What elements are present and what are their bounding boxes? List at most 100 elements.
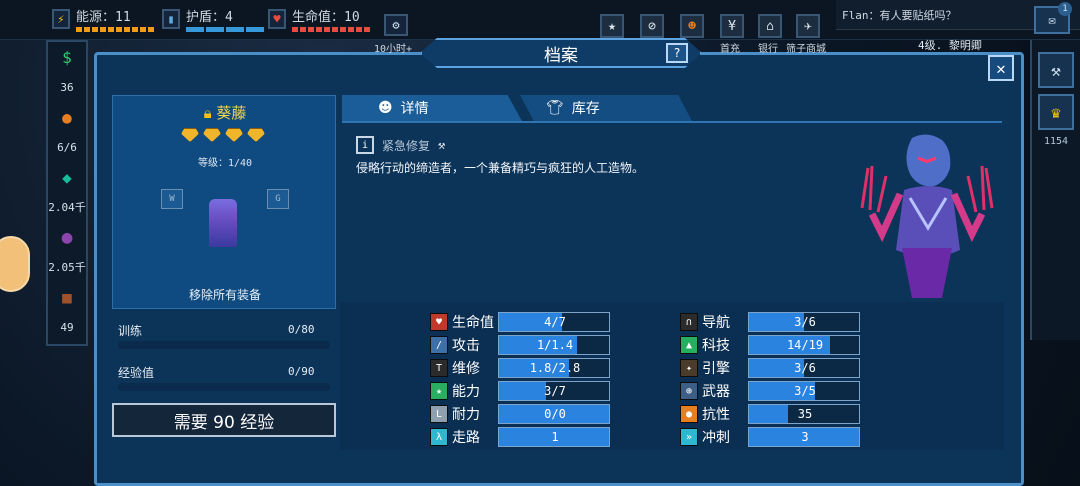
stat-row[interactable]: L 耐力 0/0 <box>430 404 610 424</box>
energy-resource: ⚡ 能源：11 <box>52 6 154 32</box>
orb-icon: ● <box>61 226 73 248</box>
stat-label: 科技 <box>702 338 730 354</box>
stat-value: 4/7 <box>544 315 566 329</box>
no-ads-icon: ⊘ <box>648 18 656 34</box>
unequip-all-button[interactable]: 移除所有装备 <box>113 286 337 303</box>
no-ads-button[interactable]: ⊘ <box>640 14 664 38</box>
character-name: 葵藤 <box>216 104 247 122</box>
close-button[interactable]: ✕ <box>988 55 1014 81</box>
bank-label: 银行 <box>758 44 778 55</box>
rarity-gem-icon <box>203 128 221 142</box>
skill-row[interactable]: i 紧急修复 ⚒ <box>356 136 445 154</box>
info-icon: i <box>356 136 374 154</box>
wrench-icon: ⚒ <box>438 138 446 152</box>
chat-button[interactable]: ✉ 1 <box>1034 2 1072 34</box>
star-button[interactable]: ★ <box>600 14 624 38</box>
hull-bar <box>292 27 370 32</box>
hull-label: 生命值：10 <box>292 10 360 25</box>
help-button[interactable]: ? <box>666 43 688 63</box>
skill-name: 紧急修复 <box>382 138 431 153</box>
training-label: 训练 <box>118 324 143 338</box>
settings-button[interactable]: ⚙ <box>384 14 408 36</box>
crew-icon: ● <box>62 107 72 127</box>
gear-slot-icon: G <box>275 194 281 204</box>
stat-value: 1/1.4 <box>536 338 574 352</box>
rank-label: 4级. 黎明卿 <box>918 39 982 52</box>
xp-progress-bar <box>118 383 330 391</box>
gear-icon: ⚙ <box>392 18 400 32</box>
lock-icon[interactable]: 🔒︎ <box>204 104 212 122</box>
tab-inventory-label: 库存 <box>571 101 600 117</box>
stat-value: 3/7 <box>544 384 566 398</box>
tab-details[interactable]: ☻ 详情 <box>342 95 522 121</box>
stat-row[interactable]: λ 走路 1 <box>430 427 610 447</box>
stat-bar: 3/7 <box>498 381 610 401</box>
floating-pet-button[interactable] <box>0 236 30 292</box>
lightning-icon: ⚡ <box>52 9 70 29</box>
bank-button[interactable]: ⌂ <box>758 14 782 38</box>
fire-icon: ● <box>680 405 698 423</box>
character-name-row: 🔒︎ 葵藤 <box>113 102 337 123</box>
hammer-icon: ⚒ <box>1051 60 1061 80</box>
stat-bar: 0/0 <box>498 404 610 424</box>
stat-row[interactable]: ⊕ 武器 3/5 <box>680 381 860 401</box>
build-button[interactable]: ⚒ <box>1038 52 1074 88</box>
right-side-column: ⚒ ♛ 1154 <box>1030 40 1080 340</box>
event-button[interactable]: ☻ <box>680 14 704 38</box>
shield-label: 护盾：4 <box>186 10 233 25</box>
stat-label: 抗性 <box>702 407 730 423</box>
bank-icon: ⌂ <box>766 18 774 34</box>
energy-label: 能源：11 <box>76 10 131 25</box>
stat-label: 耐力 <box>452 407 480 423</box>
stat-label: 生命值 <box>452 315 494 331</box>
stat-row[interactable]: / 攻击 1/1.4 <box>430 335 610 355</box>
trophy-icon: ♛ <box>1051 102 1061 122</box>
recharge-button[interactable]: ¥ <box>720 14 744 38</box>
rarity-stars <box>181 128 265 142</box>
stat-value: 1.8/2.8 <box>529 361 581 375</box>
trophy-button[interactable]: ♛ <box>1038 94 1074 130</box>
stat-row[interactable]: T 维修 1.8/2.8 <box>430 358 610 378</box>
xp-label: 经验值 <box>118 366 155 380</box>
recharge-label: 首充 <box>720 44 740 55</box>
tab-details-label: 详情 <box>400 101 429 117</box>
stat-value: 3/5 <box>794 384 816 398</box>
rarity-gem-icon <box>181 128 199 142</box>
stat-value: 1 <box>551 430 559 444</box>
stat-value: 14/19 <box>786 338 824 352</box>
left-value-0: 36 <box>60 80 74 94</box>
pumpkin-icon: ☻ <box>688 18 696 34</box>
stat-row[interactable]: ♥ 生命值 4/7 <box>430 312 610 332</box>
shop-label: 筛子商城 <box>786 44 826 55</box>
stat-bar: 1 <box>498 427 610 447</box>
shop-button[interactable]: ✈ <box>796 14 820 38</box>
tab-underline <box>342 121 1002 123</box>
stat-row[interactable]: ● 抗性 35 <box>680 404 860 424</box>
heart-icon: ♥ <box>430 313 448 331</box>
stat-bar: 3/5 <box>748 381 860 401</box>
star-icon: ★ <box>608 18 616 34</box>
need-xp-button[interactable]: 需要 90 经验 <box>112 403 336 437</box>
character-description: 侵略行动的缔造者，一个兼备精巧与疯狂的人工造物。 <box>356 161 645 175</box>
stat-row[interactable]: ∩ 导航 3/6 <box>680 312 860 332</box>
stat-label: 能力 <box>452 384 480 400</box>
tab-inventory[interactable]: 👕︎ 库存 <box>520 95 692 121</box>
heart-icon: ♥ <box>268 9 286 29</box>
equipment-slot-left[interactable]: W <box>161 189 183 209</box>
stat-row[interactable]: ★ 能力 3/7 <box>430 381 610 401</box>
yen-icon: ¥ <box>728 18 736 34</box>
training-value: 0/80 <box>288 323 315 336</box>
training-progress-bar <box>118 341 330 349</box>
stat-bar: 4/7 <box>498 312 610 332</box>
stat-row[interactable]: ✦ 引擎 3/6 <box>680 358 860 378</box>
stat-value: 3/6 <box>794 361 816 375</box>
equipment-slot-right[interactable]: G <box>267 189 289 209</box>
stat-row[interactable]: ▲ 科技 14/19 <box>680 335 860 355</box>
crate-icon: ■ <box>62 287 72 307</box>
stat-label: 冲刺 <box>702 430 730 446</box>
stat-value: 3/6 <box>794 315 816 329</box>
stat-value: 0/0 <box>544 407 566 421</box>
ability-icon: ★ <box>430 382 448 400</box>
hull-resource: ♥ 生命值：10 <box>268 6 370 32</box>
stat-row[interactable]: » 冲刺 3 <box>680 427 860 447</box>
